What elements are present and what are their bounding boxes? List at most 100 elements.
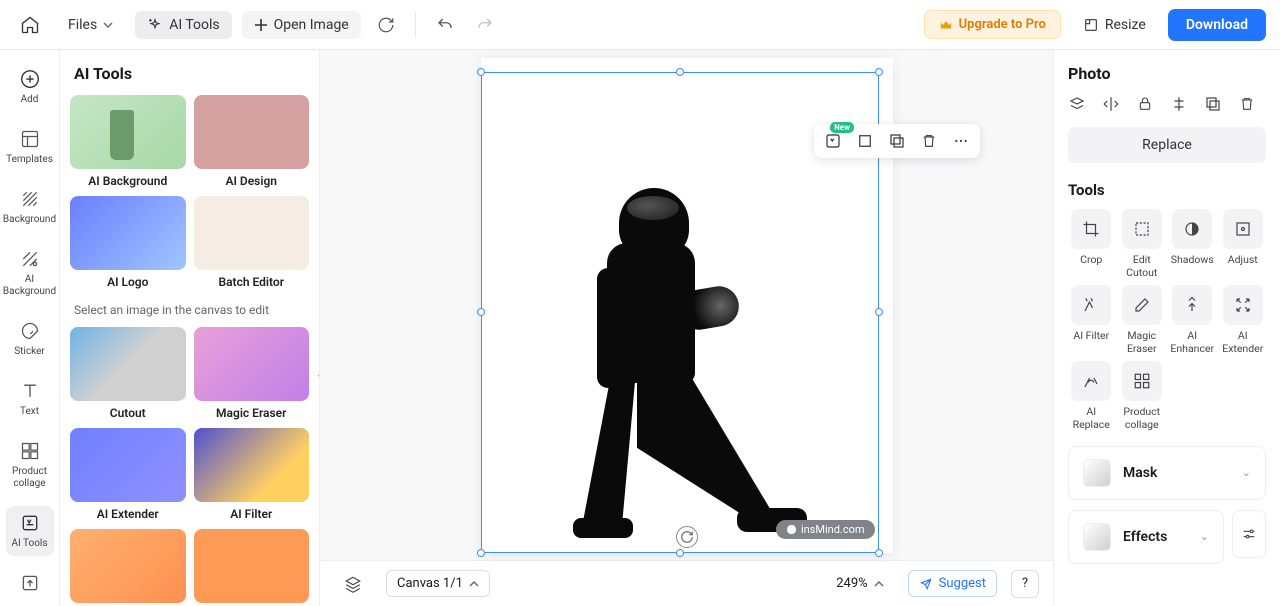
card-ai-logo-label: AI Logo	[107, 275, 148, 289]
rotate-handle[interactable]	[676, 526, 698, 548]
ft-duplicate-button[interactable]	[886, 130, 908, 152]
layers-button[interactable]	[334, 570, 372, 598]
tool-ai-extender[interactable]: AI Extender	[1220, 285, 1267, 355]
resize-handle-b[interactable]	[676, 549, 684, 557]
replace-button[interactable]: Replace	[1068, 127, 1266, 163]
rail-ai-background-label: AI Background	[3, 274, 56, 298]
sync-icon[interactable]	[371, 10, 401, 40]
mask-accordion[interactable]: Mask ⌄	[1068, 446, 1266, 500]
card-ai-background[interactable]: AI Background	[70, 95, 186, 188]
crown-icon	[939, 18, 953, 32]
card-ai-design-thumb	[194, 95, 310, 169]
rp-flip-horizontal-icon[interactable]	[1102, 95, 1120, 113]
rail-ai-background[interactable]: AI Background	[6, 242, 54, 304]
tool-ai-replace[interactable]: AI Replace	[1068, 361, 1115, 431]
card-more-1[interactable]	[70, 529, 186, 606]
tool-crop[interactable]: Crop	[1068, 209, 1115, 279]
chevron-down-icon: ⌄	[1200, 530, 1209, 543]
tool-product-collage[interactable]: Product collage	[1119, 361, 1166, 431]
resize-icon	[1083, 17, 1099, 33]
tool-adjust[interactable]: Adjust	[1220, 209, 1267, 279]
rp-delete-icon[interactable]	[1238, 95, 1256, 113]
rail-sticker[interactable]: Sticker	[6, 314, 54, 364]
resize-handle-br[interactable]	[875, 549, 883, 557]
rp-layers-icon[interactable]	[1068, 95, 1086, 113]
tool-shadows[interactable]: Shadows	[1169, 209, 1216, 279]
zoom-control[interactable]: 249%	[826, 571, 893, 596]
card-batch-editor[interactable]: Batch Editor	[194, 196, 310, 289]
rp-title: Photo	[1068, 64, 1266, 83]
upload-icon	[19, 572, 41, 594]
tool-adjust-label: Adjust	[1228, 254, 1258, 267]
chevron-up-icon	[874, 579, 884, 589]
rail-upload[interactable]	[6, 566, 54, 600]
rail-add[interactable]: Add	[6, 62, 54, 112]
resize-handle-r[interactable]	[875, 308, 883, 316]
undo-button[interactable]	[430, 10, 460, 40]
rail-background[interactable]: Background	[6, 182, 54, 232]
resize-handle-tl[interactable]	[477, 68, 485, 76]
rail-product-collage[interactable]: Product collage	[6, 434, 54, 496]
card-ai-design[interactable]: AI Design	[194, 95, 310, 188]
tool-ai-enhancer[interactable]: AI Enhancer	[1169, 285, 1216, 355]
chevron-down-icon	[103, 20, 113, 30]
resize-handle-tr[interactable]	[875, 68, 883, 76]
tool-edit-cutout[interactable]: Edit Cutout	[1119, 209, 1166, 279]
rp-tools-title: Tools	[1068, 181, 1266, 199]
ai-tools-top-button[interactable]: AI Tools	[135, 11, 231, 39]
upgrade-button[interactable]: Upgrade to Pro	[924, 10, 1061, 39]
ai-tools-top-label: AI Tools	[169, 17, 219, 33]
ai-tools-panel: AI Tools AI Background AI Design AI Logo…	[60, 50, 320, 606]
card-ai-logo[interactable]: AI Logo	[70, 196, 186, 289]
card-more-2[interactable]	[194, 529, 310, 606]
tool-ai-extender-label: AI Extender	[1220, 330, 1267, 355]
resize-label: Resize	[1105, 17, 1146, 33]
rail-text[interactable]: Text	[6, 374, 54, 424]
ft-more-button[interactable]	[950, 130, 972, 152]
canvas-pager[interactable]: Canvas 1/1	[386, 570, 490, 597]
upgrade-label: Upgrade to Pro	[959, 17, 1046, 32]
effects-adjust-button[interactable]	[1232, 510, 1266, 558]
ft-crop-button[interactable]	[854, 130, 876, 152]
suggest-button[interactable]: Suggest	[908, 570, 997, 597]
download-button[interactable]: Download	[1168, 9, 1266, 41]
rail-add-label: Add	[21, 94, 39, 106]
rail-ai-tools[interactable]: AI Tools	[6, 506, 54, 556]
text-icon	[19, 380, 41, 402]
effects-accordion[interactable]: Effects ⌄	[1068, 510, 1224, 564]
templates-icon	[19, 128, 41, 150]
rp-duplicate-icon[interactable]	[1204, 95, 1222, 113]
tool-ai-filter-label: AI Filter	[1073, 330, 1109, 343]
card-more-1-thumb	[70, 529, 186, 603]
ft-delete-button[interactable]	[918, 130, 940, 152]
tool-magic-eraser[interactable]: Magic Eraser	[1119, 285, 1166, 355]
files-dropdown[interactable]: Files	[56, 11, 125, 39]
card-ai-extender[interactable]: AI Extender	[70, 428, 186, 521]
card-ai-filter-label: AI Filter	[230, 507, 272, 521]
tool-product-collage-label: Product collage	[1119, 406, 1166, 431]
help-button[interactable]: ?	[1011, 570, 1039, 598]
card-magic-eraser-label: Magic Eraser	[216, 406, 286, 420]
rail-templates-label: Templates	[6, 154, 53, 166]
canvas-image-silhouette[interactable]	[529, 188, 849, 548]
resize-handle-t[interactable]	[676, 68, 684, 76]
effects-label: Effects	[1123, 529, 1188, 545]
home-icon[interactable]	[14, 9, 46, 41]
rail-background-label: Background	[3, 214, 56, 226]
replace-label: Replace	[1142, 137, 1192, 153]
ft-ai-button[interactable]: New	[822, 130, 844, 152]
card-magic-eraser[interactable]: Magic Eraser	[194, 327, 310, 420]
resize-button[interactable]: Resize	[1071, 11, 1158, 39]
rail-text-label: Text	[20, 406, 39, 418]
rp-lock-icon[interactable]	[1136, 95, 1154, 113]
redo-button[interactable]	[470, 10, 500, 40]
help-label: ?	[1022, 576, 1028, 591]
open-image-button[interactable]: Open Image	[242, 11, 361, 39]
rail-templates[interactable]: Templates	[6, 122, 54, 172]
card-ai-filter[interactable]: AI Filter	[194, 428, 310, 521]
resize-handle-bl[interactable]	[477, 549, 485, 557]
tool-ai-filter[interactable]: AI Filter	[1068, 285, 1115, 355]
resize-handle-l[interactable]	[477, 308, 485, 316]
card-cutout[interactable]: Cutout	[70, 327, 186, 420]
rp-align-icon[interactable]	[1170, 95, 1188, 113]
